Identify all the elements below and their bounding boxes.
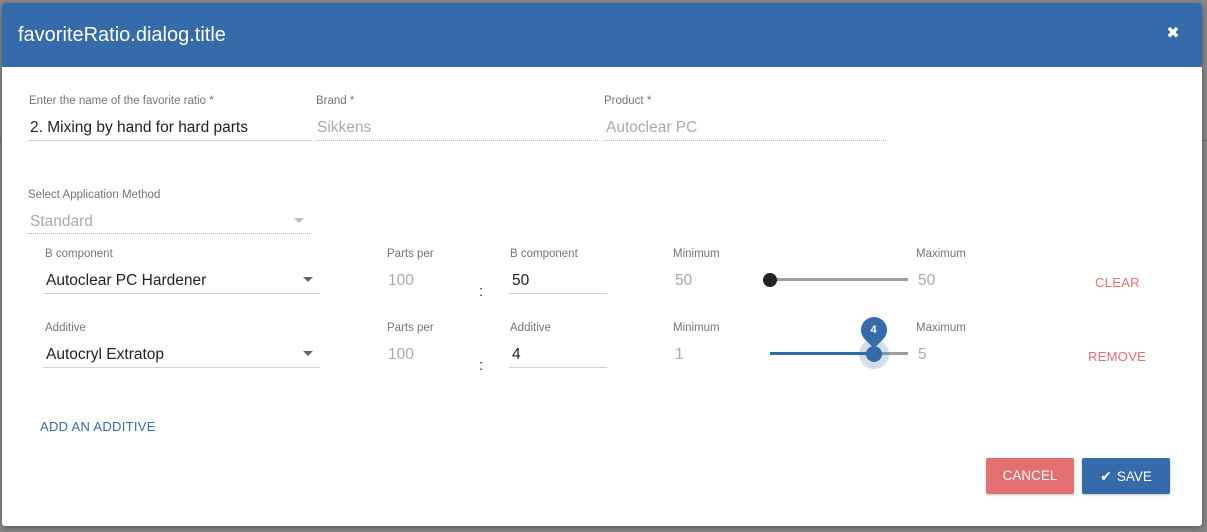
b-component-select[interactable]: Autoclear PC Hardener bbox=[46, 272, 206, 290]
brand-field-label: Brand * bbox=[316, 95, 355, 107]
b-amount-underline bbox=[509, 293, 607, 294]
b-ratio-separator: : bbox=[479, 283, 484, 300]
name-field[interactable]: 2. Mixing by hand for hard parts bbox=[30, 119, 248, 137]
b-component-label: B component bbox=[45, 248, 113, 260]
name-field-label: Enter the name of the favorite ratio * bbox=[29, 95, 214, 107]
additive-slider-fill bbox=[770, 352, 874, 355]
chevron-down-icon[interactable] bbox=[303, 351, 313, 356]
product-field-label: Product * bbox=[604, 95, 652, 107]
b-slider-track[interactable] bbox=[770, 278, 908, 281]
b-max-label: Maximum bbox=[916, 248, 966, 260]
b-amount-input[interactable]: 50 bbox=[512, 272, 529, 290]
additive-amount-underline bbox=[509, 367, 607, 368]
b-max-value: 50 bbox=[918, 272, 936, 289]
additive-amount-label: Additive bbox=[510, 322, 551, 334]
additive-amount-input[interactable]: 4 bbox=[512, 346, 521, 364]
b-min-value: 50 bbox=[675, 272, 693, 289]
save-button[interactable]: ✔ SAVE bbox=[1082, 458, 1170, 494]
cancel-button-label: CANCEL bbox=[1002, 468, 1058, 483]
favorite-ratio-dialog: favoriteRatio.dialog.title ✖ Enter the n… bbox=[2, 3, 1202, 526]
dialog-header: favoriteRatio.dialog.title ✖ bbox=[2, 3, 1202, 67]
add-additive-button[interactable]: ADD AN ADDITIVE bbox=[40, 419, 156, 434]
additive-min-label: Minimum bbox=[673, 322, 720, 334]
chevron-down-icon[interactable] bbox=[303, 277, 313, 282]
cancel-button[interactable]: CANCEL bbox=[986, 458, 1074, 494]
b-min-label: Minimum bbox=[673, 248, 720, 260]
dialog-title: favoriteRatio.dialog.title bbox=[18, 24, 226, 46]
b-component-underline bbox=[43, 293, 320, 294]
remove-button[interactable]: REMOVE bbox=[1088, 349, 1146, 364]
brand-field-underline bbox=[315, 140, 598, 141]
b-parts-value: 100 bbox=[388, 272, 414, 289]
chevron-down-icon bbox=[294, 218, 304, 223]
additive-max-value: 5 bbox=[918, 346, 927, 363]
name-field-underline bbox=[27, 140, 312, 141]
application-method-underline bbox=[27, 233, 310, 234]
additive-max-label: Maximum bbox=[916, 322, 966, 334]
additive-underline bbox=[43, 367, 320, 368]
additive-parts-value: 100 bbox=[388, 346, 414, 363]
brand-field: Sikkens bbox=[317, 119, 372, 136]
b-parts-label: Parts per bbox=[387, 248, 434, 260]
additive-slider-value-label: 4 bbox=[870, 324, 877, 336]
close-icon[interactable]: ✖ bbox=[1164, 25, 1182, 43]
clear-button[interactable]: CLEAR bbox=[1095, 275, 1140, 290]
additive-label: Additive bbox=[45, 322, 86, 334]
b-amount-label: B component bbox=[510, 248, 578, 260]
additive-ratio-separator: : bbox=[479, 357, 484, 374]
additive-parts-label: Parts per bbox=[387, 322, 434, 334]
additive-min-value: 1 bbox=[675, 346, 684, 363]
b-slider-thumb[interactable] bbox=[763, 273, 777, 287]
additive-select[interactable]: Autocryl Extratop bbox=[46, 346, 164, 364]
save-button-label: SAVE bbox=[1116, 469, 1152, 484]
product-field: Autoclear PC bbox=[606, 119, 698, 136]
product-field-underline bbox=[603, 140, 886, 141]
application-method-label: Select Application Method bbox=[28, 189, 161, 201]
check-icon: ✔ bbox=[1100, 468, 1112, 484]
application-method-select: Standard bbox=[30, 213, 93, 230]
